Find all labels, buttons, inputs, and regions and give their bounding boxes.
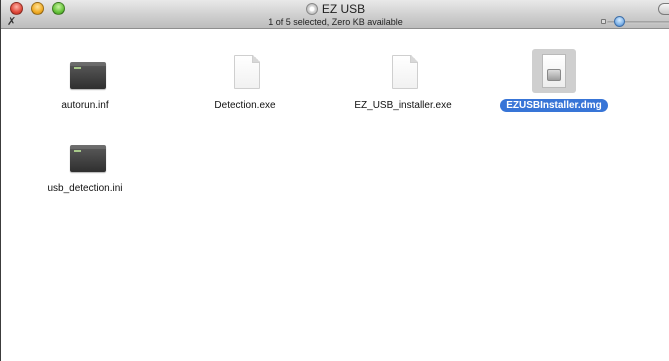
disk-image-icon (542, 54, 566, 88)
file-item-ez-usb-installer-exe[interactable]: EZ_USB_installer.exe (328, 49, 478, 113)
finder-window: EZ USB ✗ 1 of 5 selected, Zero KB availa… (0, 0, 669, 361)
file-grid: autorun.inf Detection.exe EZ_USB_install… (1, 29, 669, 361)
file-item-detection-exe[interactable]: Detection.exe (170, 49, 320, 113)
file-label: autorun.inf (61, 100, 109, 111)
file-label: Detection.exe (214, 100, 276, 111)
disk-icon (305, 3, 318, 15)
title-bar[interactable]: EZ USB ✗ 1 of 5 selected, Zero KB availa… (1, 0, 669, 29)
file-thumb (63, 132, 107, 176)
file-thumb-selected (532, 49, 576, 93)
file-thumb (63, 49, 107, 93)
file-label-selected: EZUSBInstaller.dmg (500, 99, 608, 112)
generic-document-icon (234, 55, 260, 89)
window-title-area: EZ USB (1, 2, 669, 18)
disk-image-glyph-icon (547, 69, 561, 81)
toolbar-toggle-button[interactable] (658, 3, 669, 15)
file-thumb (223, 49, 267, 93)
file-label: EZ_USB_installer.exe (354, 100, 452, 111)
terminal-file-icon (70, 62, 106, 89)
generic-document-icon (392, 55, 418, 89)
status-bar-text: 1 of 5 selected, Zero KB available (268, 17, 403, 27)
file-item-autorun-inf[interactable]: autorun.inf (10, 49, 160, 113)
file-label: usb_detection.ini (47, 183, 123, 194)
file-thumb (381, 49, 425, 93)
terminal-file-icon (70, 145, 106, 172)
icon-size-slider-knob[interactable] (614, 16, 625, 27)
file-item-usb-detection-ini[interactable]: usb_detection.ini (10, 132, 160, 196)
file-item-ezusbinstaller-dmg[interactable]: EZUSBInstaller.dmg (479, 49, 629, 113)
window-title: EZ USB (321, 2, 366, 16)
